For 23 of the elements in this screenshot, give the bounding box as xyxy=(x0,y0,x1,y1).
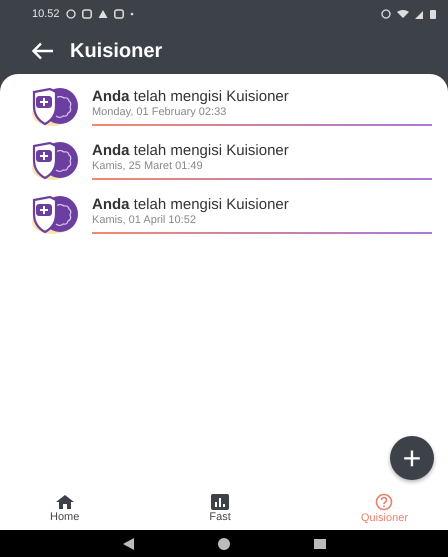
entry-date: Kamis, 01 April 10:52 xyxy=(92,214,197,226)
help-icon xyxy=(375,492,394,510)
dot-icon xyxy=(130,12,134,16)
warning-icon xyxy=(98,9,108,19)
entry-title: Anda telah mengisi Kuisioner xyxy=(92,142,290,159)
wifi-icon xyxy=(397,9,409,19)
page-title: Kuisioner xyxy=(70,40,162,62)
status-time: 10.52 xyxy=(32,8,60,20)
entry-date: Kamis, 25 Maret 01:49 xyxy=(92,160,204,172)
bar-chart-icon xyxy=(211,494,230,510)
recents-nav-icon[interactable] xyxy=(313,536,327,550)
back-icon[interactable] xyxy=(32,42,54,60)
entry-date: Monday, 01 February 02:33 xyxy=(92,106,228,118)
add-button[interactable]: + xyxy=(390,436,434,480)
nav-tab[interactable]: Home xyxy=(50,494,80,522)
home-nav-icon[interactable] xyxy=(217,536,231,550)
back-nav-icon[interactable] xyxy=(121,536,135,550)
nav-tab[interactable]: Fast xyxy=(209,494,231,522)
entry-title: Anda telah mengisi Kuisioner xyxy=(92,196,290,213)
signal-icon xyxy=(415,10,424,18)
battery-icon xyxy=(430,9,436,19)
entry-title: Anda telah mengisi Kuisioner xyxy=(92,88,290,105)
home-icon xyxy=(54,494,75,510)
